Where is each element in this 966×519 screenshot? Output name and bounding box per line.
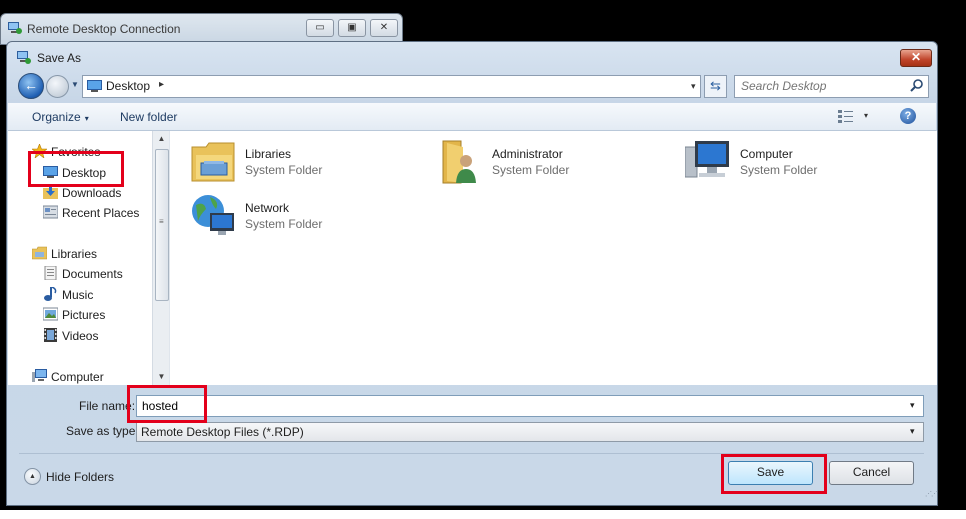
chevron-up-icon: ▲ [24, 468, 41, 485]
close-icon: ✕ [379, 22, 389, 33]
item-description: System Folder [492, 163, 570, 177]
item-description: System Folder [245, 163, 323, 177]
save-as-dialog: Save As ✕ ← ▼ Desktop ▸ ▾ ⇆ Organize▾ Ne… [6, 41, 938, 506]
search-box[interactable] [734, 75, 929, 98]
address-dropdown-icon[interactable]: ▾ [691, 81, 696, 92]
highlight-desktop [28, 151, 124, 187]
scroll-down-icon[interactable]: ▼ [153, 369, 170, 385]
remote-desktop-icon [17, 51, 31, 64]
refresh-button[interactable]: ⇆ [704, 75, 727, 98]
item-name: Network [245, 201, 290, 215]
computer-icon [32, 369, 47, 382]
remote-desktop-icon [8, 22, 22, 34]
item-name: Administrator [492, 147, 563, 161]
back-arrow-icon: ← [24, 77, 38, 93]
folder-item-libraries[interactable]: Libraries System Folder [190, 139, 420, 187]
cancel-button[interactable]: Cancel [829, 461, 914, 485]
save-type-select[interactable]: Remote Desktop Files (*.RDP) ▾ [136, 422, 924, 442]
file-name-dropdown-icon[interactable]: ▾ [910, 400, 915, 411]
search-icon[interactable] [910, 79, 923, 92]
folder-item-computer[interactable]: Computer System Folder [685, 139, 915, 187]
back-button[interactable]: ← [18, 73, 44, 99]
organize-label: Organize [32, 110, 81, 124]
folder-item-network[interactable]: Network System Folder [190, 193, 420, 241]
minimize-icon: ▭ [315, 22, 325, 33]
hide-folders-label: Hide Folders [46, 470, 115, 484]
nav-label: Libraries [51, 247, 98, 261]
chevron-right-icon[interactable]: ▸ [159, 79, 164, 90]
save-type-value: Remote Desktop Files (*.RDP) [141, 425, 304, 439]
nav-label: Music [62, 288, 94, 302]
dialog-close-button[interactable]: ✕ [900, 49, 932, 67]
scroll-up-icon[interactable]: ▲ [153, 131, 170, 147]
save-type-dropdown-icon[interactable]: ▾ [910, 426, 915, 437]
history-dropdown-icon[interactable]: ▼ [71, 80, 79, 89]
nav-label: Videos [62, 329, 99, 343]
dialog-title: Save As [37, 51, 82, 65]
bottom-margin [0, 510, 966, 519]
item-description: System Folder [245, 217, 323, 231]
nav-scrollbar[interactable]: ▲ ≡ ▼ [152, 131, 170, 385]
libraries-folder-icon [191, 142, 235, 182]
new-folder-button[interactable]: New folder [120, 110, 177, 124]
nav-label: Recent Places [62, 206, 140, 220]
address-location[interactable]: Desktop [106, 79, 150, 93]
videos-icon [44, 328, 57, 342]
views-dropdown-icon[interactable]: ▾ [864, 111, 868, 120]
parent-close-button[interactable]: ✕ [370, 19, 398, 37]
save-type-label: Save as type: [66, 424, 139, 438]
network-icon [192, 195, 234, 235]
views-icon[interactable] [838, 110, 854, 123]
file-list: Libraries System Folder Administrator Sy… [169, 131, 937, 385]
highlight-save-button [721, 454, 827, 494]
item-name: Libraries [245, 147, 292, 161]
highlight-file-name [127, 385, 207, 423]
nav-label: Pictures [62, 308, 106, 322]
forward-button[interactable] [46, 75, 69, 98]
parent-window-title: Remote Desktop Connection [27, 22, 181, 36]
maximize-icon: ▣ [347, 22, 357, 33]
nav-label: Downloads [62, 186, 122, 200]
downloads-icon [43, 185, 58, 199]
maximize-button[interactable]: ▣ [338, 19, 366, 37]
computer-icon [685, 141, 729, 178]
chevron-down-icon: ▾ [84, 114, 89, 123]
recent-places-icon [43, 205, 58, 219]
pictures-icon [43, 307, 58, 321]
documents-icon [44, 266, 57, 280]
nav-label: Documents [62, 267, 123, 281]
desktop-icon [87, 80, 102, 92]
command-toolbar: Organize ▾ New folder ▾ ? [8, 103, 936, 131]
resize-grip-icon[interactable]: ⋰⋰ [925, 490, 938, 498]
minimize-button[interactable]: ▭ [306, 19, 334, 37]
file-name-input[interactable] [142, 398, 882, 413]
scroll-thumb[interactable]: ≡ [155, 149, 169, 301]
grip-icon: ≡ [159, 217, 164, 226]
address-bar[interactable]: Desktop ▸ ▾ [82, 75, 701, 98]
folder-item-administrator[interactable]: Administrator System Folder [437, 139, 667, 187]
search-input[interactable] [741, 78, 901, 94]
organize-button[interactable]: Organize ▾ [32, 110, 89, 124]
item-description: System Folder [740, 163, 818, 177]
libraries-icon [32, 246, 47, 260]
help-icon[interactable]: ? [900, 108, 916, 124]
user-folder-icon [442, 140, 476, 184]
music-icon [44, 287, 57, 301]
item-name: Computer [740, 147, 793, 161]
nav-label: Computer [51, 370, 104, 384]
file-name-field[interactable]: ▾ [136, 395, 924, 417]
